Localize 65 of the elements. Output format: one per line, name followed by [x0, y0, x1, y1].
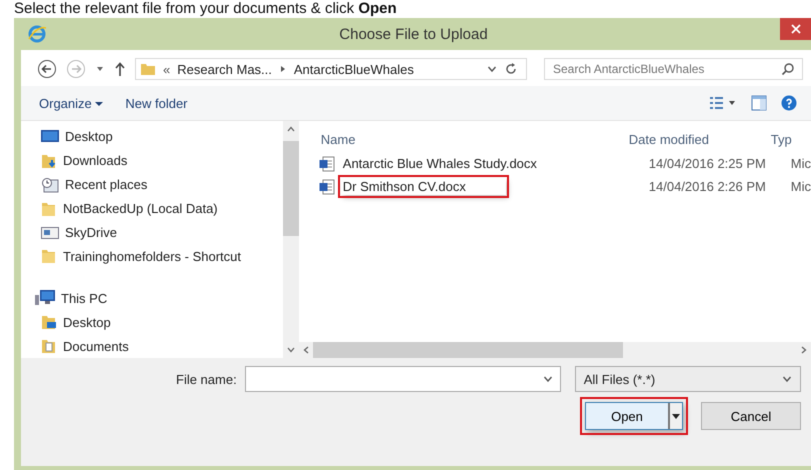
back-icon[interactable]	[37, 59, 57, 79]
address-bar[interactable]: « Research Mas... AntarcticBlueWhales	[135, 58, 527, 80]
monitor-icon	[41, 130, 59, 144]
scroll-right-icon[interactable]	[801, 346, 807, 354]
word-document-icon	[318, 156, 335, 172]
date-cell-text: 14/04/2016 2:25 PM	[648, 156, 767, 171]
chevron-down-icon	[782, 374, 792, 384]
chevron-down-icon	[542, 374, 553, 384]
refresh-icon[interactable]	[504, 62, 518, 76]
new-folder-button[interactable]: New folder	[121, 94, 192, 112]
file-type-dropdown[interactable]: All Files (*.*)	[574, 366, 801, 392]
folder-icon	[140, 61, 156, 77]
file-item[interactable]: Antarctic Blue Whales Study.docx	[298, 155, 619, 172]
type-cell: Mic	[790, 179, 811, 194]
search-icon	[781, 62, 795, 76]
preview-pane-icon[interactable]	[751, 95, 767, 111]
chevron-icon	[278, 65, 287, 73]
browser-logo-icon	[27, 24, 47, 44]
computer-icon	[35, 290, 55, 306]
recent-places-icon	[41, 176, 59, 193]
horizontal-scrollbar[interactable]	[298, 342, 811, 358]
file-item[interactable]: Dr Smithson CV.docx	[298, 178, 619, 195]
column-header[interactable]: Date modified	[628, 132, 771, 146]
up-arrow-icon[interactable]	[114, 61, 126, 77]
caret-icon	[95, 101, 104, 108]
nav-item[interactable]: Traininghomefolders - Shortcut	[41, 244, 241, 268]
organize-menu[interactable]: Organize	[35, 94, 108, 112]
cancel-button[interactable]: Cancel	[701, 402, 801, 430]
type-cell: Mic	[790, 156, 811, 171]
drive-icon	[41, 226, 59, 240]
breadcrumb-overflow[interactable]: «	[163, 62, 170, 76]
scroll-up-icon[interactable]	[286, 126, 295, 132]
nav-item[interactable]: Desktop	[41, 310, 111, 334]
scroll-down-icon[interactable]	[286, 347, 295, 353]
close-button[interactable]	[780, 18, 811, 40]
open-button[interactable]: Open	[586, 403, 670, 429]
word-document-icon	[318, 178, 335, 194]
vertical-scrollbar[interactable]	[282, 121, 299, 358]
nav-item[interactable]: Documents	[41, 334, 129, 358]
file-name-field[interactable]	[244, 366, 561, 392]
column-header[interactable]: Typ	[770, 132, 792, 146]
chevron-down-icon[interactable]	[487, 64, 497, 74]
breadcrumb[interactable]: AntarcticBlueWhales	[294, 62, 414, 76]
folder-icon	[41, 248, 57, 264]
window-title: Choose File to Upload	[338, 26, 489, 42]
view-options-icon[interactable]	[709, 96, 737, 110]
search-field[interactable]: Search AntarcticBlueWhales	[544, 58, 803, 80]
folder-icon	[41, 200, 57, 217]
nav-item[interactable]: Recent places	[41, 172, 148, 197]
scroll-left-icon[interactable]	[302, 346, 309, 354]
help-icon[interactable]	[781, 95, 797, 111]
nav-item[interactable]: This PC	[35, 286, 108, 310]
file-name-label: File name:	[176, 372, 237, 386]
instruction-text: Select the relevant file from your documents & click Open	[13, 0, 398, 18]
nav-item[interactable]: Desktop	[41, 125, 113, 149]
download-folder-icon	[41, 152, 57, 169]
close-icon	[790, 24, 800, 34]
desktop-folder-icon	[41, 314, 57, 330]
breadcrumb[interactable]: Research Mas...	[177, 62, 272, 76]
nav-item[interactable]: Downloads	[41, 148, 128, 173]
documents-folder-icon	[41, 338, 57, 354]
nav-item[interactable]: SkyDrive	[41, 220, 118, 244]
column-header[interactable]: Name	[298, 132, 629, 146]
date-cell-text: 14/04/2016 2:26 PM	[648, 179, 767, 194]
nav-item[interactable]: NotBackedUp (Local Data)	[41, 196, 218, 221]
